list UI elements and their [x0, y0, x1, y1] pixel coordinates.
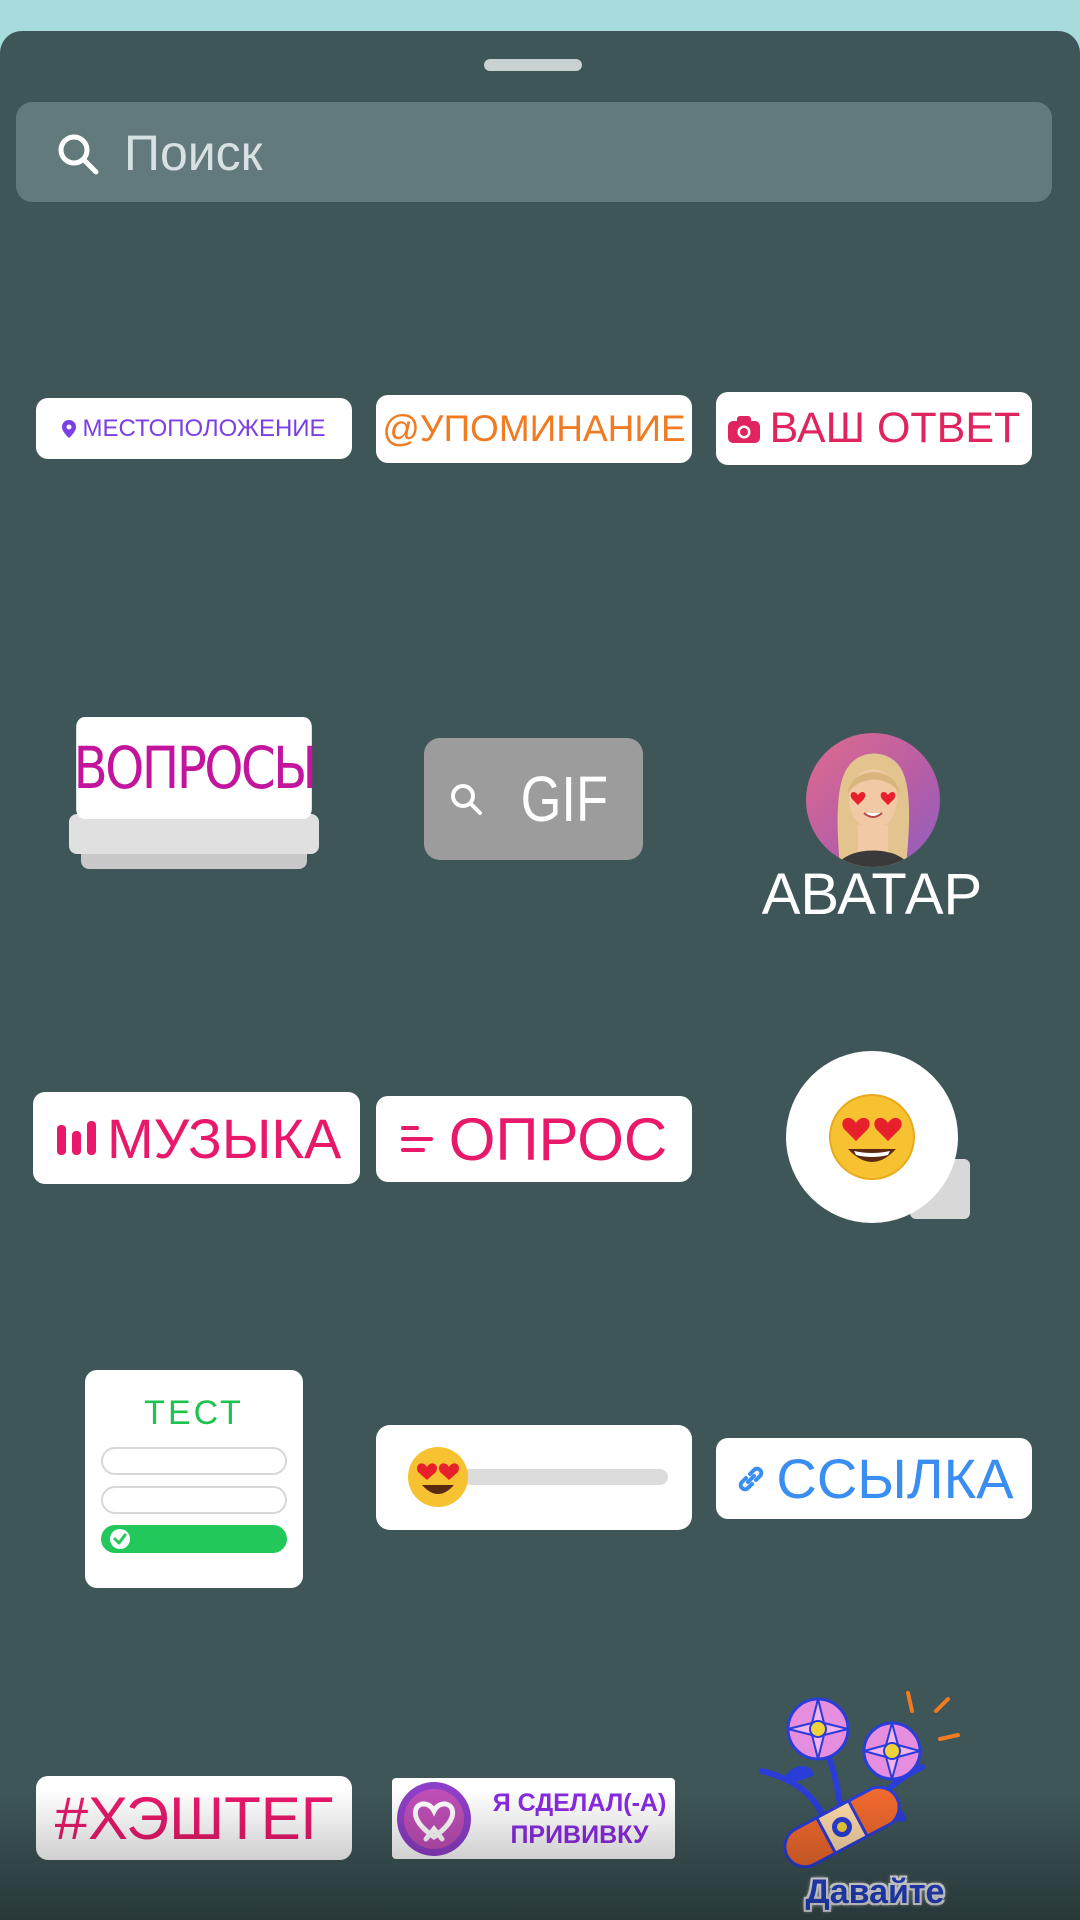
your-answer-label: ВАШ ОТВЕТ [769, 404, 1021, 452]
search-input[interactable] [122, 112, 1026, 194]
mention-label: @УПОМИНАНИЕ [382, 408, 686, 449]
drag-handle[interactable] [484, 59, 582, 71]
emoji-reaction-sticker[interactable] [786, 1051, 970, 1223]
gif-label: GIF [520, 763, 609, 835]
vaccine-sticker[interactable]: Я СДЕЛАЛ(-А) ПРИВИВКУ [392, 1778, 675, 1859]
avatar-label: АВАТАР [761, 862, 983, 927]
slider-track [446, 1469, 668, 1485]
poll-lines-icon [400, 1126, 433, 1152]
heart-badge-icon [397, 1781, 471, 1856]
quiz-sticker[interactable]: ТЕСТ [85, 1370, 303, 1588]
search-bar[interactable] [16, 102, 1052, 202]
link-icon [739, 1466, 764, 1491]
questions-shadow-front [69, 814, 319, 854]
music-sticker[interactable]: МУЗЫКА [33, 1092, 360, 1184]
heart-eyes-emoji-icon [829, 1094, 915, 1180]
vaccinate-sticker[interactable]: Давайте вакцинируемся [722, 1671, 1028, 1920]
music-bars-icon [57, 1121, 96, 1155]
quiz-option-correct [101, 1525, 287, 1553]
hashtag-sticker[interactable]: #ХЭШТЕГ [36, 1776, 352, 1860]
link-label: ССЫЛКА [776, 1447, 1014, 1510]
link-sticker[interactable]: ССЫЛКА [716, 1438, 1032, 1519]
quiz-title: ТЕСТ [144, 1394, 244, 1432]
quiz-option [101, 1486, 287, 1514]
bubble-circle [786, 1051, 958, 1223]
gif-sticker[interactable]: GIF [424, 738, 643, 860]
music-label: МУЗЫКА [107, 1106, 342, 1170]
heart-eyes-emoji-icon [408, 1447, 468, 1507]
your-answer-sticker[interactable]: ВАШ ОТВЕТ [716, 392, 1032, 465]
check-circle-icon [110, 1529, 130, 1549]
poll-label: ОПРОС [448, 1105, 668, 1173]
location-label: МЕСТОПОЛОЖЕНИЕ [82, 414, 326, 442]
camera-icon [727, 415, 760, 443]
sticker-tray: МЕСТОПОЛОЖЕНИЕ @УПОМИНАНИЕ ВАШ ОТВЕТ ВОП… [0, 31, 1080, 1920]
questions-sticker[interactable]: ВОПРОСЫ [57, 717, 331, 885]
avatar-sticker[interactable]: АВАТАР [740, 731, 1004, 931]
vaccinate-label: Давайте вакцинируемся [745, 1873, 1005, 1920]
poll-sticker[interactable]: ОПРОС [376, 1096, 692, 1182]
vaccine-label: Я СДЕЛАЛ(-А) ПРИВИВКУ [492, 1788, 667, 1849]
mention-sticker[interactable]: @УПОМИНАНИЕ [376, 395, 692, 463]
avatar-image [806, 733, 940, 867]
location-pin-icon [62, 419, 77, 438]
search-icon [451, 784, 483, 815]
flowers-bandage-icon [759, 1691, 960, 1869]
quiz-option [101, 1447, 287, 1475]
questions-label: ВОПРОСЫ [73, 717, 317, 819]
search-icon [58, 134, 99, 175]
hashtag-label: #ХЭШТЕГ [54, 1784, 334, 1852]
location-sticker[interactable]: МЕСТОПОЛОЖЕНИЕ [36, 398, 352, 459]
emoji-slider-sticker[interactable] [376, 1425, 692, 1530]
